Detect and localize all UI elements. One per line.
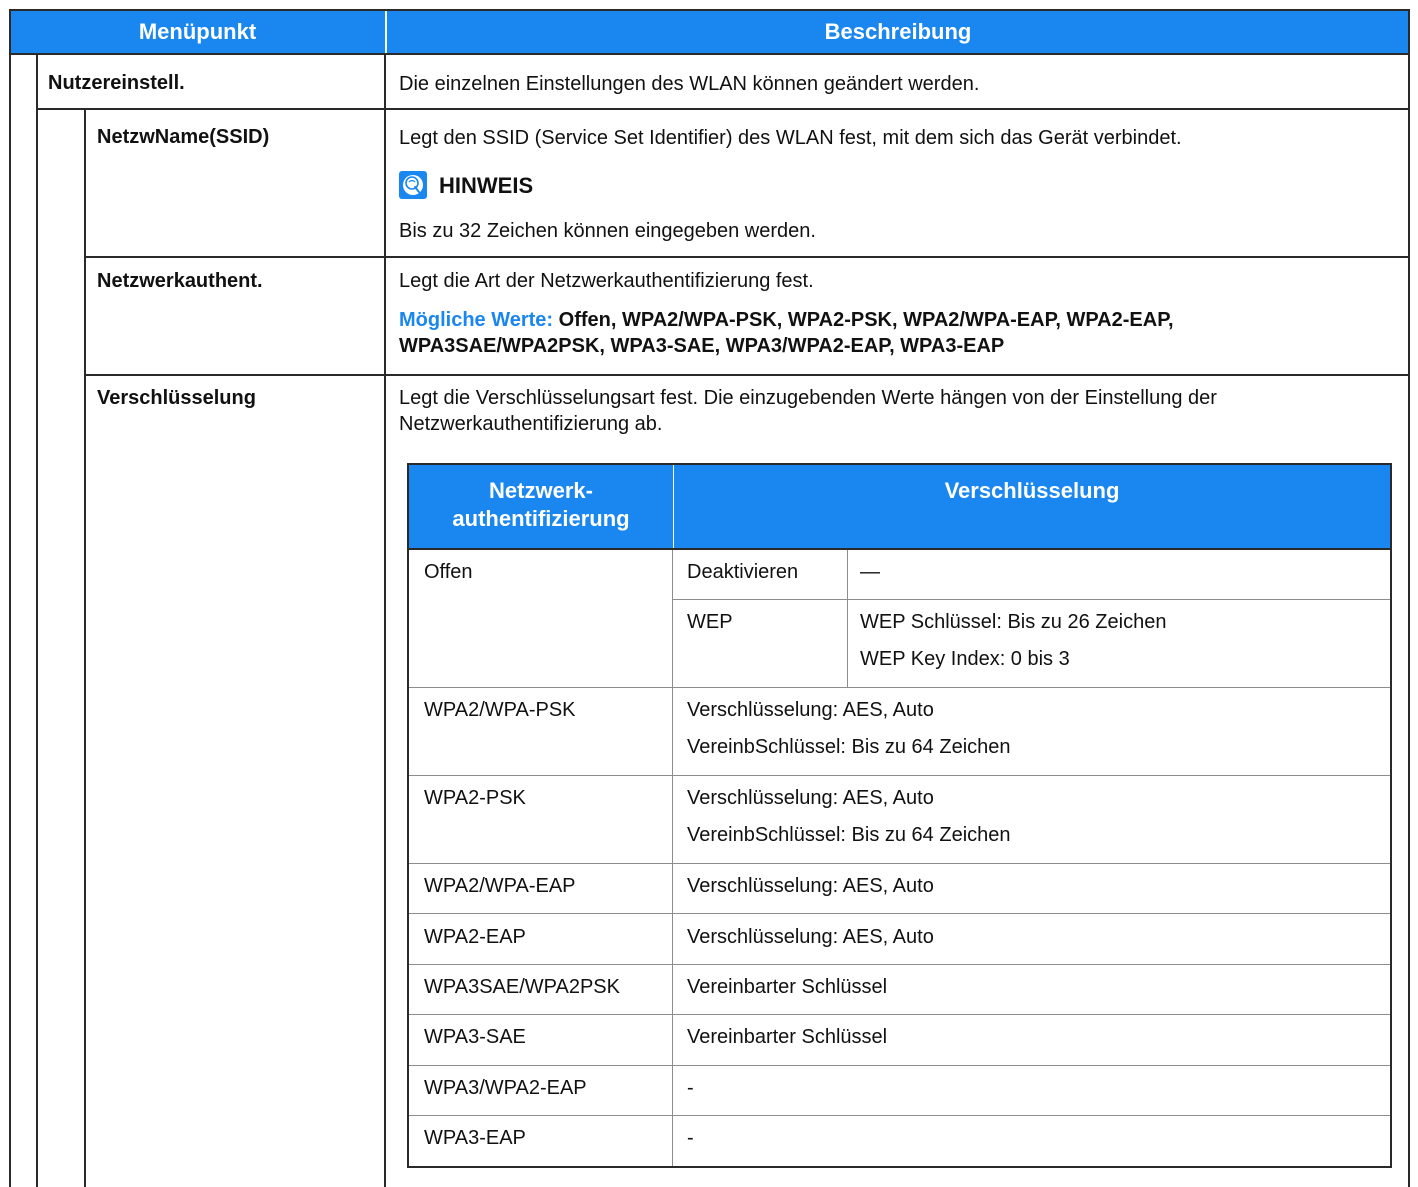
inner-subcol-divider (847, 550, 848, 687)
inner-row-enc: Verschlüsselung: AES, Auto (687, 787, 934, 809)
possible-values-label: Mögliche Werte: (399, 309, 554, 331)
inner-row-auth: WPA2/WPA-EAP (424, 875, 576, 897)
inner-row-enc-line2: VereinbSchlüssel: Bis zu 64 Zeichen (687, 736, 1011, 758)
header-beschreibung: Beschreibung (386, 9, 1410, 54)
label-nutzereinstell: Nutzereinstell. (48, 72, 185, 94)
desc-verschluesselung-1: Legt die Verschlüsselungsart fest. Die e… (399, 387, 1217, 409)
inner-row-auth: WPA3/WPA2-EAP (424, 1077, 587, 1099)
inner-header-divider (673, 465, 674, 548)
inner-header-enc-label: Verschlüsselung (944, 478, 1120, 503)
inner-row-auth: WPA2-EAP (424, 926, 526, 948)
inner-sep-2 (409, 775, 1390, 776)
desc-netzwerkauthent: Legt die Art der Netzwerkauthentifizieru… (399, 270, 814, 292)
inner-row-auth: WPA3SAE/WPA2PSK (424, 976, 620, 998)
header-menupunkt-label: Menüpunkt (138, 18, 257, 44)
label-netzwerkauthent: Netzwerkauthent. (97, 270, 263, 292)
inner-sep-6 (409, 1014, 1390, 1015)
inner-sep-8 (409, 1115, 1390, 1116)
inner-cell-wep-line1: WEP Schlüssel: Bis zu 26 Zeichen (860, 611, 1167, 633)
inner-header-auth-line1: Netzwerk- (489, 478, 593, 503)
inner-sep-5 (409, 964, 1390, 965)
inner-cell-offen: Offen (424, 561, 473, 583)
inner-row-enc: Vereinbarter Schlüssel (687, 976, 888, 998)
note-text: Bis zu 32 Zeichen können eingegeben werd… (399, 220, 816, 242)
inner-sep-offen-sub (673, 599, 1390, 600)
inner-row-enc: Verschlüsselung: AES, Auto (687, 926, 934, 948)
inner-row-auth: WPA2-PSK (424, 787, 526, 809)
inner-col-divider (672, 550, 673, 1166)
inner-cell-wep: WEP (687, 611, 733, 633)
inner-header-auth: Netzwerk- authentifizierung (409, 465, 673, 548)
indent-line-1 (36, 54, 38, 1187)
row-sep-header (9, 53, 1410, 55)
column-divider (384, 54, 386, 1187)
row-sep-3 (84, 374, 1410, 376)
inner-cell-wep-line2: WEP Key Index: 0 bis 3 (860, 648, 1070, 670)
inner-row-auth: WPA3-EAP (424, 1127, 526, 1149)
header-divider (385, 9, 387, 54)
possible-values-list-1: Offen, WPA2/WPA-PSK, WPA2-PSK, WPA2/WPA-… (553, 309, 1174, 331)
inner-row-auth: WPA2/WPA-PSK (424, 699, 576, 721)
inner-sep-4 (409, 913, 1390, 914)
desc-nutzereinstell: Die einzelnen Einstellungen des WLAN kön… (399, 73, 980, 95)
inner-row-enc: Verschlüsselung: AES, Auto (687, 699, 934, 721)
inner-row-enc: Verschlüsselung: AES, Auto (687, 875, 934, 897)
label-verschluesselung: Verschlüsselung (97, 387, 256, 409)
inner-sep-7 (409, 1065, 1390, 1066)
inner-header-auth-line2: authentifizierung (452, 506, 630, 531)
inner-row-enc: Vereinbarter Schlüssel (687, 1026, 888, 1048)
note-title: HINWEIS (439, 173, 534, 198)
inner-sep-1 (409, 687, 1390, 688)
inner-cell-deaktivieren-value: — (860, 561, 880, 583)
indent-line-2 (84, 108, 86, 1187)
desc-ssid: Legt den SSID (Service Set Identifier) d… (399, 127, 1182, 149)
inner-row-auth: WPA3-SAE (424, 1026, 526, 1048)
header-beschreibung-label: Beschreibung (824, 18, 972, 44)
label-ssid: NetzwName(SSID) (97, 126, 270, 148)
inner-cell-deaktivieren: Deaktivieren (687, 561, 799, 583)
inner-row-enc-line2: VereinbSchlüssel: Bis zu 64 Zeichen (687, 824, 1011, 846)
table-border-left (9, 9, 11, 1187)
row-sep-2 (84, 256, 1410, 258)
inner-table (407, 463, 1392, 1168)
inner-header-enc: Verschlüsselung (674, 465, 1390, 548)
possible-values-line2: WPA3SAE/WPA2PSK, WPA3-SAE, WPA3/WPA2-EAP… (399, 335, 1005, 357)
inner-header-bottom (409, 548, 1390, 550)
inner-row-enc: - (687, 1077, 694, 1099)
inner-sep-3 (409, 863, 1390, 864)
desc-verschluesselung-2: Netzwerkauthentifizierung ab. (399, 413, 663, 435)
possible-values-line1: Mögliche Werte: Offen, WPA2/WPA-PSK, WPA… (399, 307, 1174, 333)
header-menupunkt: Menüpunkt (9, 9, 386, 54)
table-border-right (1408, 9, 1410, 1187)
row-sep-1 (36, 108, 1410, 110)
table-border-top (9, 9, 1410, 11)
inner-row-enc: - (687, 1127, 694, 1149)
hint-lightbulb-icon (399, 171, 427, 199)
